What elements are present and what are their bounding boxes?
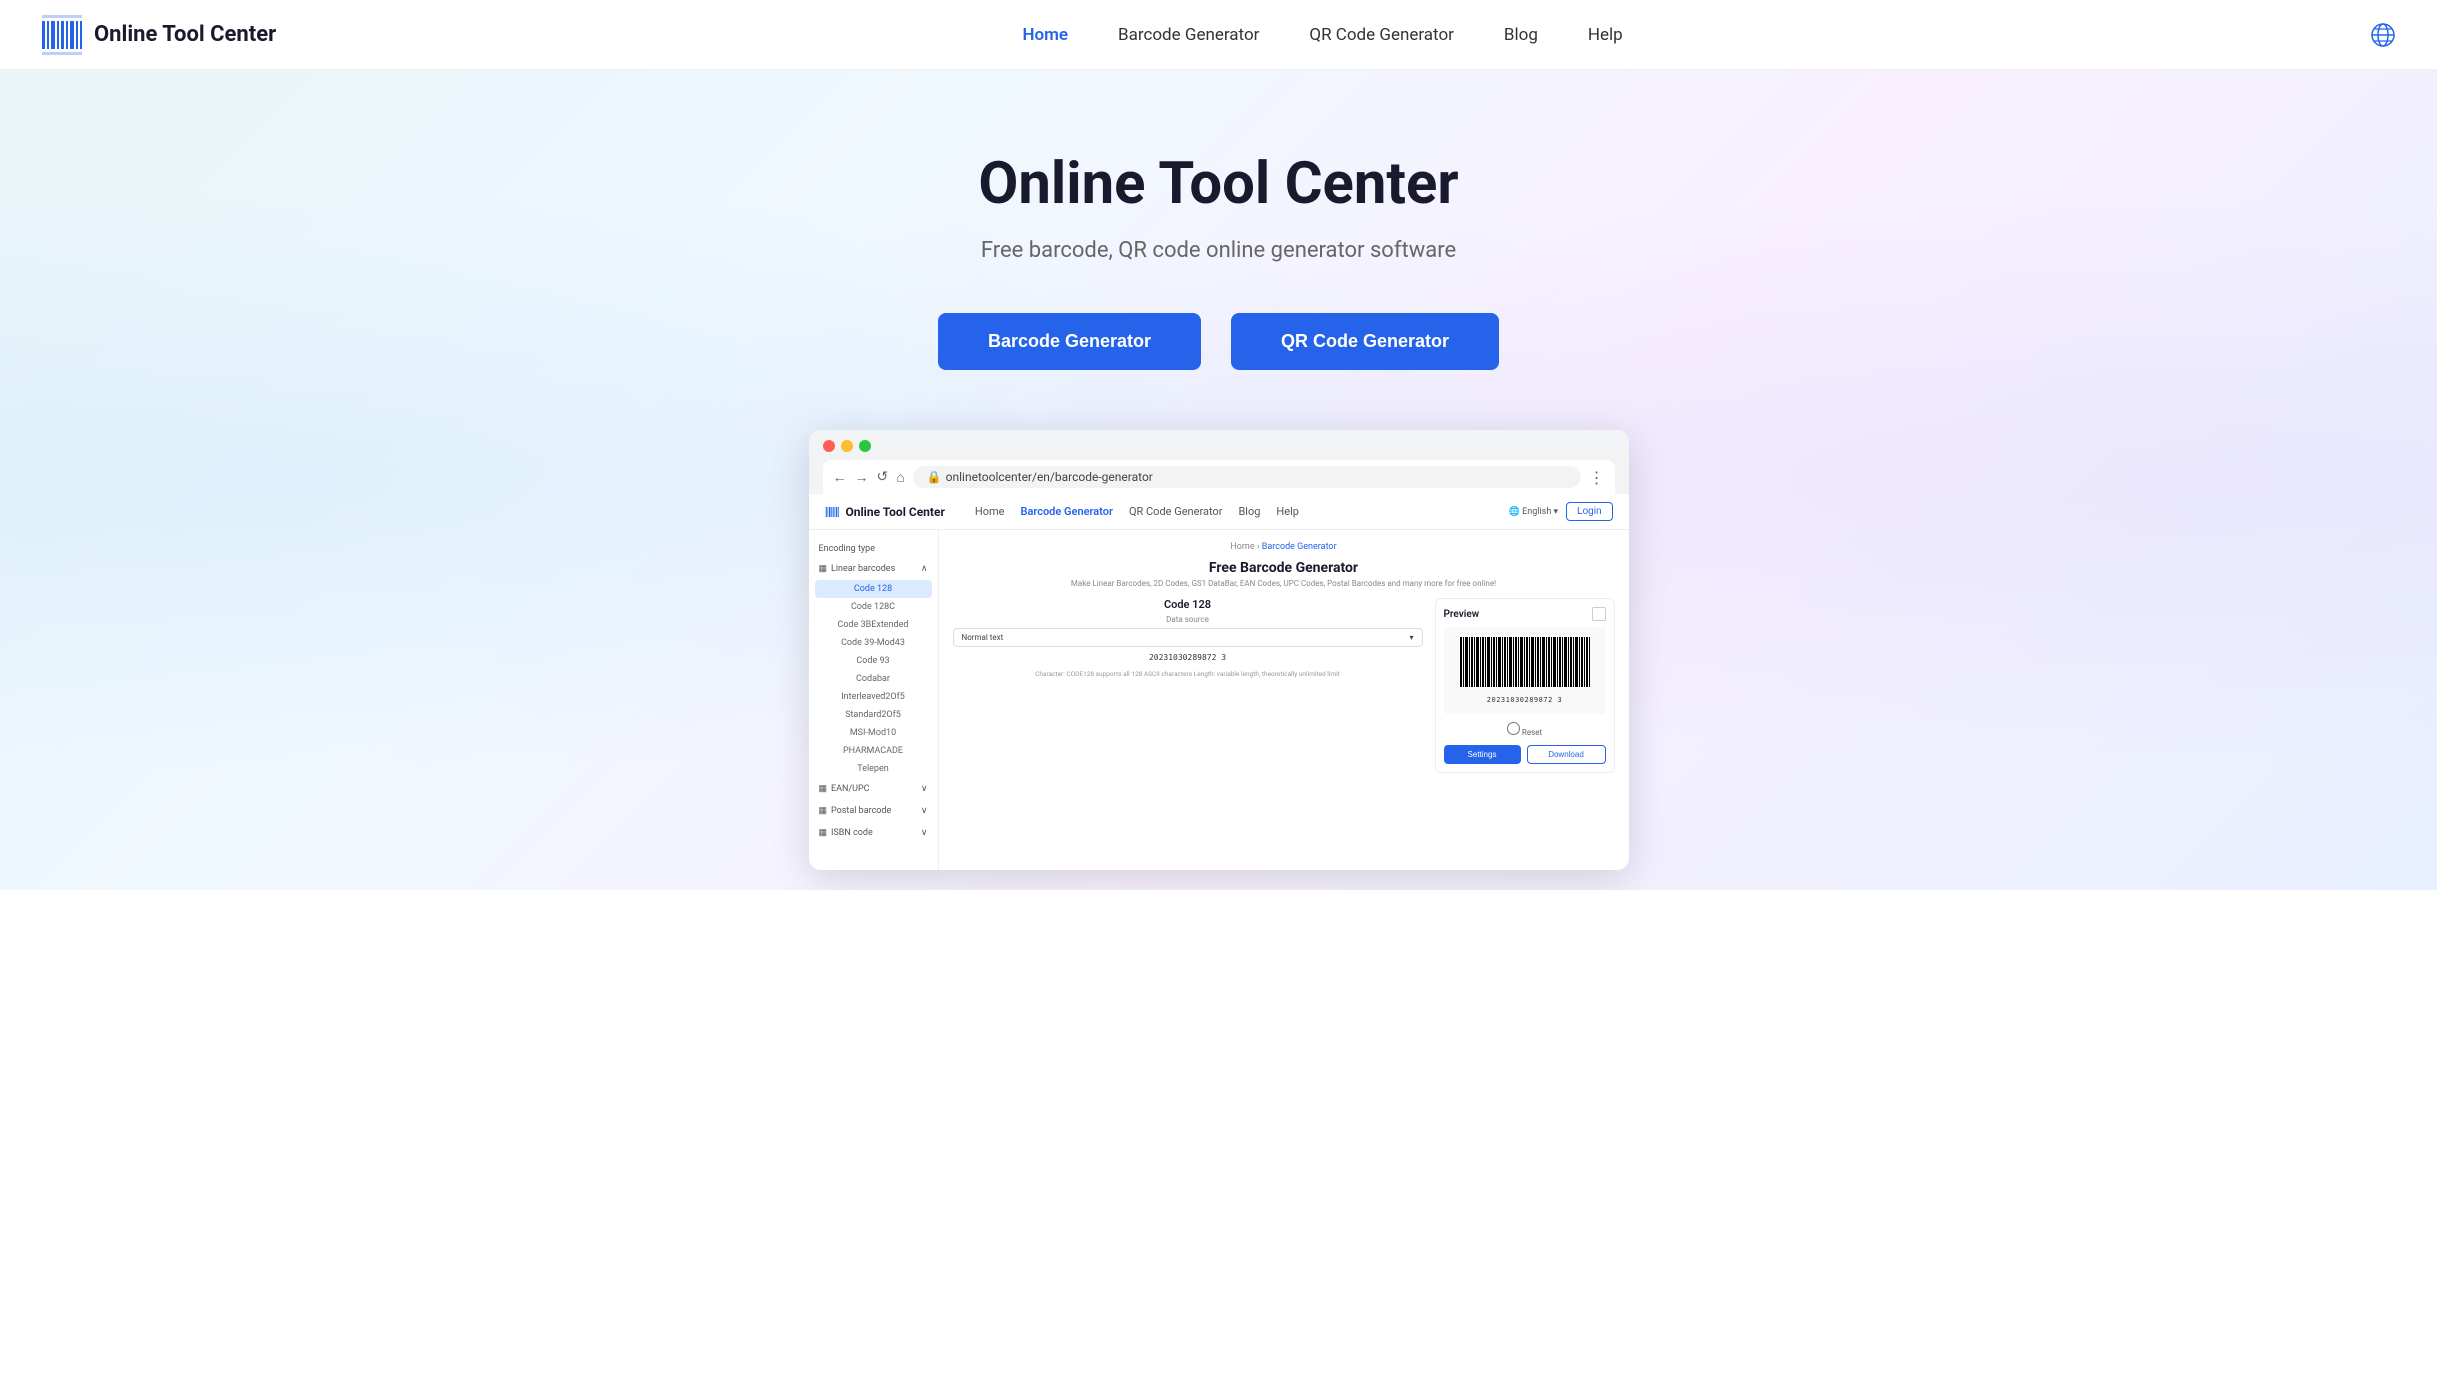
encoding-type-label: Encoding type [809, 540, 938, 558]
home-browser-icon[interactable]: ⌂ [896, 469, 904, 486]
isbn-icon: ▦ [819, 828, 828, 838]
header-right [2369, 21, 2397, 49]
sidebar-item-codabar[interactable]: Codabar [809, 670, 938, 688]
data-source-label: Data source [953, 615, 1423, 624]
barcode-image [1460, 637, 1590, 692]
ean-upc-header[interactable]: ▦ EAN/UPC ∨ [809, 778, 938, 800]
barcode-generator-button[interactable]: Barcode Generator [938, 313, 1201, 370]
inner-nav-blog[interactable]: Blog [1238, 505, 1260, 518]
sidebar-item-code128[interactable]: Code 128 [815, 580, 932, 598]
inner-left-panel: Code 128 Data source Normal text ▾ 20231… [953, 598, 1423, 773]
reset-area: Reset [1444, 720, 1606, 739]
browser-toolbar: ← → ↺ ⌂ 🔒 onlinetoolcenter/en/barcode-ge… [823, 460, 1615, 494]
inner-sidebar: Encoding type ▦ Linear barcodes ∧ Code 1… [809, 530, 939, 870]
preview-box: Preview [1435, 598, 1615, 773]
browser-preview: ← → ↺ ⌂ 🔒 onlinetoolcenter/en/barcode-ge… [809, 430, 1629, 870]
inner-content: Encoding type ▦ Linear barcodes ∧ Code 1… [809, 530, 1629, 870]
qrcode-generator-button[interactable]: QR Code Generator [1231, 313, 1499, 370]
back-icon[interactable]: ← [833, 469, 847, 486]
isbn-collapse-icon[interactable]: ∨ [921, 828, 928, 838]
sidebar-item-telepen[interactable]: Telepen [809, 760, 938, 778]
logo-icon [40, 13, 84, 57]
barcode-number-text: 20231030289872 3 [1454, 696, 1596, 704]
forward-icon[interactable]: → [855, 469, 869, 486]
ean-collapse-icon[interactable]: ∨ [921, 784, 928, 794]
browser-dots [823, 440, 1615, 452]
sidebar-item-code93[interactable]: Code 93 [809, 652, 938, 670]
sidebar-item-code128c[interactable]: Code 128C [809, 598, 938, 616]
inner-nav-qrcode[interactable]: QR Code Generator [1129, 505, 1223, 518]
logo-text: Online Tool Center [94, 22, 276, 47]
nav-barcode[interactable]: Barcode Generator [1118, 25, 1259, 45]
inner-main-panel: Home › Barcode Generator Free Barcode Ge… [939, 530, 1629, 870]
preview-label: Preview [1444, 609, 1480, 620]
main-nav: Home Barcode Generator QR Code Generator… [276, 25, 2369, 45]
sidebar-item-code3b[interactable]: Code 3BExtended [809, 616, 938, 634]
settings-button[interactable]: Settings [1444, 745, 1521, 764]
browser-address-bar[interactable]: 🔒 onlinetoolcenter/en/barcode-generator [913, 466, 1581, 488]
data-source-select[interactable]: Normal text ▾ [953, 628, 1423, 647]
inner-logo: Online Tool Center [825, 504, 945, 520]
download-button[interactable]: Download [1527, 745, 1606, 764]
inner-nav-help[interactable]: Help [1276, 505, 1299, 518]
browser-chrome: ← → ↺ ⌂ 🔒 onlinetoolcenter/en/barcode-ge… [809, 430, 1629, 494]
collapse-icon[interactable]: ∧ [921, 564, 928, 574]
preview-actions: Settings Download [1444, 745, 1606, 764]
barcode-display: 20231030289872 3 [1444, 627, 1606, 714]
globe-icon[interactable] [2369, 21, 2397, 49]
barcode-input[interactable]: 20231030289872 3 [953, 653, 1423, 662]
code-type-label: Code 128 [953, 598, 1423, 611]
linear-barcodes-header[interactable]: ▦ Linear barcodes ∧ [809, 558, 938, 580]
inner-nav-home[interactable]: Home [975, 505, 1005, 518]
url-text: onlinetoolcenter/en/barcode-generator [946, 470, 1153, 484]
lock-icon: 🔒 [927, 470, 942, 484]
inner-page: Online Tool Center Home Barcode Generato… [809, 494, 1629, 870]
nav-blog[interactable]: Blog [1504, 25, 1538, 45]
isbn-header[interactable]: ▦ ISBN code ∨ [809, 822, 938, 844]
select-arrow-icon: ▾ [1409, 633, 1413, 642]
inner-navbar: Online Tool Center Home Barcode Generato… [809, 494, 1629, 530]
inner-nav-right: 🌐 English ▾ Login [1509, 502, 1613, 521]
breadcrumb: Home › Barcode Generator [953, 542, 1615, 552]
hero-subtitle: Free barcode, QR code online generator s… [40, 238, 2397, 263]
nav-home[interactable]: Home [1022, 25, 1068, 45]
postal-icon: ▦ [819, 806, 828, 816]
refresh-icon[interactable]: ↺ [877, 469, 889, 485]
site-header: Online Tool Center Home Barcode Generato… [0, 0, 2437, 70]
browser-nav-icons: ← → ↺ ⌂ [833, 469, 905, 486]
char-note: Character: CODE128 supports all 128 ASCI… [953, 670, 1423, 678]
inner-right-panel: Preview [1435, 598, 1615, 773]
logo-area[interactable]: Online Tool Center [40, 13, 276, 57]
ean-icon: ▦ [819, 784, 828, 794]
postal-header[interactable]: ▦ Postal barcode ∨ [809, 800, 938, 822]
preview-header: Preview [1444, 607, 1606, 621]
inner-two-col: Code 128 Data source Normal text ▾ 20231… [953, 598, 1615, 773]
sidebar-item-pharmacade[interactable]: PHARMACADE [809, 742, 938, 760]
nav-qrcode[interactable]: QR Code Generator [1309, 25, 1454, 45]
dot-green [859, 440, 871, 452]
copy-icon[interactable] [1592, 607, 1606, 621]
browser-menu-icon[interactable]: ⋮ [1589, 468, 1605, 487]
dot-yellow [841, 440, 853, 452]
inner-login-button[interactable]: Login [1566, 502, 1612, 521]
sidebar-item-standard[interactable]: Standard2Of5 [809, 706, 938, 724]
sidebar-item-msi[interactable]: MSI-Mod10 [809, 724, 938, 742]
inner-nav-links: Home Barcode Generator QR Code Generator… [975, 505, 1489, 518]
hero-title: Online Tool Center [40, 150, 2397, 218]
inner-lang[interactable]: 🌐 English ▾ [1509, 507, 1558, 517]
page-subtitle: Make Linear Barcodes, 2D Codes, GS1 Data… [953, 579, 1615, 588]
postal-collapse-icon[interactable]: ∨ [921, 806, 928, 816]
page-title: Free Barcode Generator [953, 560, 1615, 576]
barcode-bars-icon: ▦ [819, 564, 828, 574]
dot-red [823, 440, 835, 452]
inner-nav-barcode[interactable]: Barcode Generator [1020, 505, 1112, 518]
sidebar-item-interleaved[interactable]: Interleaved2Of5 [809, 688, 938, 706]
reset-radio-input[interactable] [1507, 722, 1520, 735]
sidebar-item-code39[interactable]: Code 39-Mod43 [809, 634, 938, 652]
nav-help[interactable]: Help [1588, 25, 1623, 45]
hero-buttons: Barcode Generator QR Code Generator [40, 313, 2397, 370]
reset-label[interactable]: Reset [1507, 728, 1542, 737]
hero-section: Online Tool Center Free barcode, QR code… [0, 70, 2437, 890]
